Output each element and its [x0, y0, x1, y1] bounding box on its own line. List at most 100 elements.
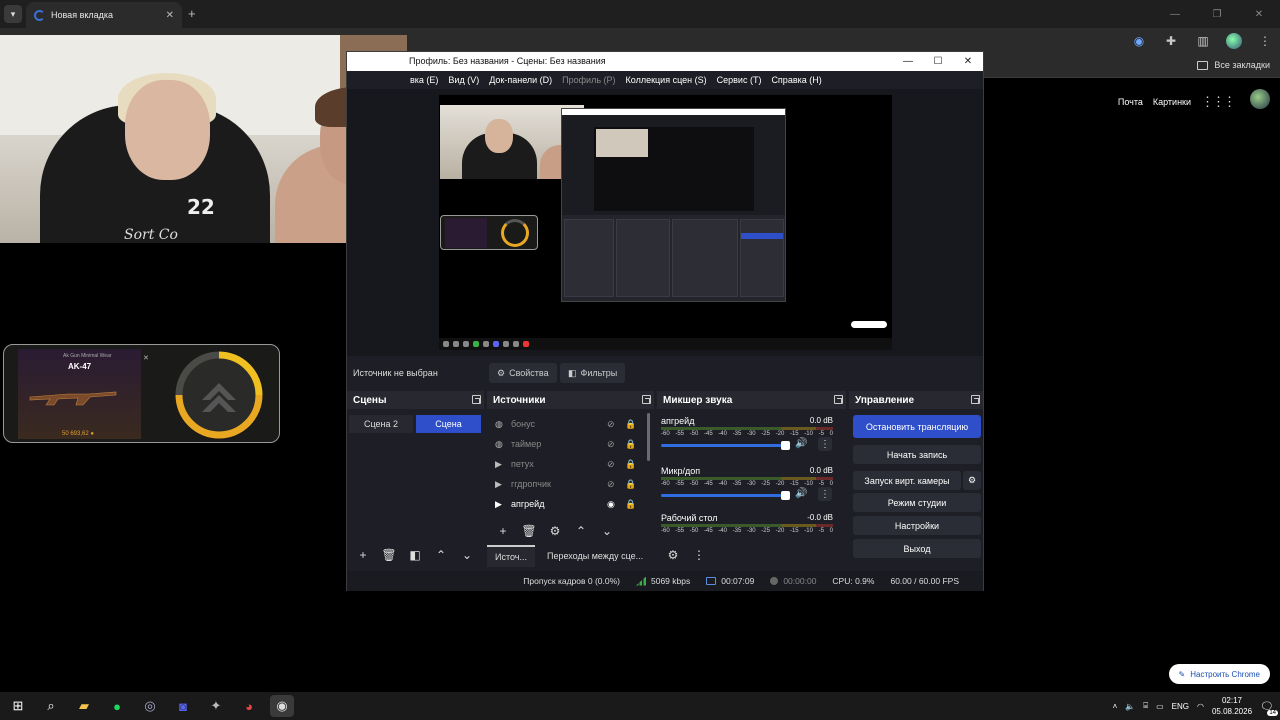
all-bookmarks-button[interactable]: Все закладки	[1197, 60, 1270, 70]
customize-chrome-button[interactable]: ✎ Настроить Chrome	[1168, 664, 1270, 684]
gear-icon[interactable]: ⚙	[547, 523, 563, 539]
obs-minimize-icon[interactable]: —	[893, 52, 923, 71]
obs-close-icon[interactable]: ✕	[953, 52, 983, 71]
battery-icon[interactable]: ▭	[1156, 702, 1164, 711]
more-options-icon[interactable]: ⋮	[818, 487, 832, 501]
menu-docks[interactable]: Док-панели (D)	[489, 75, 552, 85]
tab-sources[interactable]: Источ...	[487, 545, 535, 567]
extensions-icon[interactable]: ✚	[1162, 32, 1180, 50]
volume-slider-handle[interactable]	[781, 491, 790, 500]
sources-scrollbar[interactable]	[647, 413, 650, 461]
menu-icon[interactable]: ⋮	[1256, 32, 1274, 50]
arrow-up-icon[interactable]: ⌃	[573, 523, 589, 539]
eye-hidden-icon[interactable]: ⊘	[607, 459, 621, 470]
notifications-icon[interactable]: 🗨 14	[1260, 700, 1278, 716]
studio-mode-button[interactable]: Режим студии	[853, 493, 981, 512]
arrow-up-icon[interactable]: ⌃	[433, 547, 449, 563]
system-tray: ˄ 🔈 ⌸ ▭ ENG ◠ 02:17 05.08.2026 🗨 14	[1113, 692, 1278, 720]
language-indicator[interactable]: ENG	[1172, 702, 1189, 711]
add-icon[interactable]: +	[495, 523, 511, 539]
file-explorer-icon[interactable]: ▰	[72, 695, 96, 717]
chrome-tab[interactable]: Новая вкладка ✕	[26, 2, 182, 28]
undock-icon[interactable]	[834, 395, 843, 404]
properties-button[interactable]: ⚙ Свойства	[489, 363, 557, 383]
lock-icon[interactable]: 🔒	[625, 439, 637, 450]
menu-profile[interactable]: Профиль (P)	[562, 75, 615, 85]
eye-hidden-icon[interactable]: ⊘	[607, 479, 621, 490]
volume-slider[interactable]	[661, 494, 789, 497]
tab-scene-transitions[interactable]: Переходы между сце...	[539, 545, 652, 567]
new-tab-button[interactable]: +	[188, 6, 196, 21]
discord-icon[interactable]: ◙	[171, 695, 195, 717]
undock-icon[interactable]	[642, 395, 651, 404]
menu-help[interactable]: Справка (H)	[771, 75, 821, 85]
source-item[interactable]: ◍ бонус ⊘ 🔒	[487, 415, 637, 433]
stop-stream-button[interactable]: Остановить трансляцию	[853, 415, 981, 438]
menu-tools[interactable]: Сервис (T)	[717, 75, 762, 85]
more-options-icon[interactable]: ⋮	[818, 437, 832, 451]
close-window-icon[interactable]: ✕	[1238, 0, 1280, 28]
steam-icon[interactable]: ◎	[138, 695, 162, 717]
mail-link[interactable]: Почта	[1118, 97, 1143, 107]
volume-slider[interactable]	[661, 444, 789, 447]
app-icon[interactable]: ✦	[204, 695, 228, 717]
menu-scene-collection[interactable]: Коллекция сцен (S)	[626, 75, 707, 85]
volume-slider-handle[interactable]	[781, 441, 790, 450]
scene-item-active[interactable]: Сцена	[416, 415, 481, 433]
gear-icon[interactable]: ⚙	[665, 547, 681, 563]
start-record-button[interactable]: Начать запись	[853, 445, 981, 464]
account-avatar[interactable]	[1250, 89, 1270, 109]
arrow-down-icon[interactable]: ⌄	[599, 523, 615, 539]
eye-icon[interactable]: ◉	[607, 499, 621, 510]
trash-icon[interactable]: 🗑	[381, 547, 397, 563]
source-item[interactable]: ▶ ггдропчик ⊘ 🔒	[487, 475, 637, 493]
source-item[interactable]: ▶ петух ⊘ 🔒	[487, 455, 637, 473]
chevron-up-icon[interactable]: ˄	[1113, 702, 1118, 711]
minimize-icon[interactable]: —	[1154, 0, 1196, 28]
tab-search-button[interactable]: ▾	[4, 5, 22, 23]
virtual-camera-button[interactable]: Запуск вирт. камеры	[853, 471, 961, 490]
speaker-icon[interactable]: 🔊	[795, 488, 807, 499]
undock-icon[interactable]	[472, 395, 481, 404]
apps-grid-icon[interactable]: ⋮⋮⋮	[1201, 94, 1236, 110]
lock-icon[interactable]: 🔒	[625, 459, 637, 470]
clock[interactable]: 02:17 05.08.2026	[1212, 695, 1252, 717]
eye-hidden-icon[interactable]: ⊘	[607, 439, 621, 450]
menu-edit[interactable]: вка (E)	[410, 75, 438, 85]
start-icon[interactable]: ⊞	[6, 695, 30, 717]
network-icon[interactable]: ⌸	[1143, 701, 1148, 711]
close-tab-icon[interactable]: ✕	[166, 10, 174, 21]
chrome-icon[interactable]: ◕	[237, 695, 261, 717]
arrow-down-icon[interactable]: ⌄	[459, 547, 475, 563]
spotify-icon[interactable]: ●	[105, 695, 129, 717]
eye-hidden-icon[interactable]: ⊘	[607, 419, 621, 430]
lock-icon[interactable]: 🔒	[625, 499, 637, 510]
cast-icon[interactable]: ◉	[1130, 32, 1148, 50]
lock-icon[interactable]: 🔒	[625, 479, 637, 490]
menu-view[interactable]: Вид (V)	[448, 75, 479, 85]
trash-icon[interactable]: 🗑	[521, 523, 537, 539]
settings-button[interactable]: Настройки	[853, 516, 981, 535]
virtual-camera-settings-button[interactable]: ⚙	[963, 471, 981, 490]
obs-icon[interactable]: ◉	[270, 695, 294, 717]
images-link[interactable]: Картинки	[1153, 97, 1191, 107]
speaker-icon[interactable]: 🔊	[795, 438, 807, 449]
volume-icon[interactable]: 🔈	[1125, 702, 1135, 711]
lock-icon[interactable]: 🔒	[625, 419, 637, 430]
exit-button[interactable]: Выход	[853, 539, 981, 558]
search-icon[interactable]: ⌕	[39, 695, 63, 717]
source-item[interactable]: ◍ таймер ⊘ 🔒	[487, 435, 637, 453]
profile-avatar[interactable]	[1226, 33, 1242, 49]
undock-icon[interactable]	[971, 395, 980, 404]
obs-maximize-icon[interactable]: ☐	[923, 52, 953, 71]
preview-canvas[interactable]	[439, 95, 892, 350]
add-icon[interactable]: +	[355, 547, 371, 563]
restore-icon[interactable]: ❐	[1196, 0, 1238, 28]
wifi-icon[interactable]: ◠	[1197, 702, 1204, 711]
source-item[interactable]: ▶ апгрейд ◉ 🔒	[487, 495, 637, 513]
side-panel-icon[interactable]: ▥	[1194, 32, 1212, 50]
more-options-icon[interactable]: ⋮	[691, 547, 707, 563]
filter-icon[interactable]: ◧	[407, 547, 423, 563]
scene-item[interactable]: Сцена 2	[349, 415, 413, 433]
filters-button[interactable]: ◧ Фильтры	[560, 363, 626, 383]
